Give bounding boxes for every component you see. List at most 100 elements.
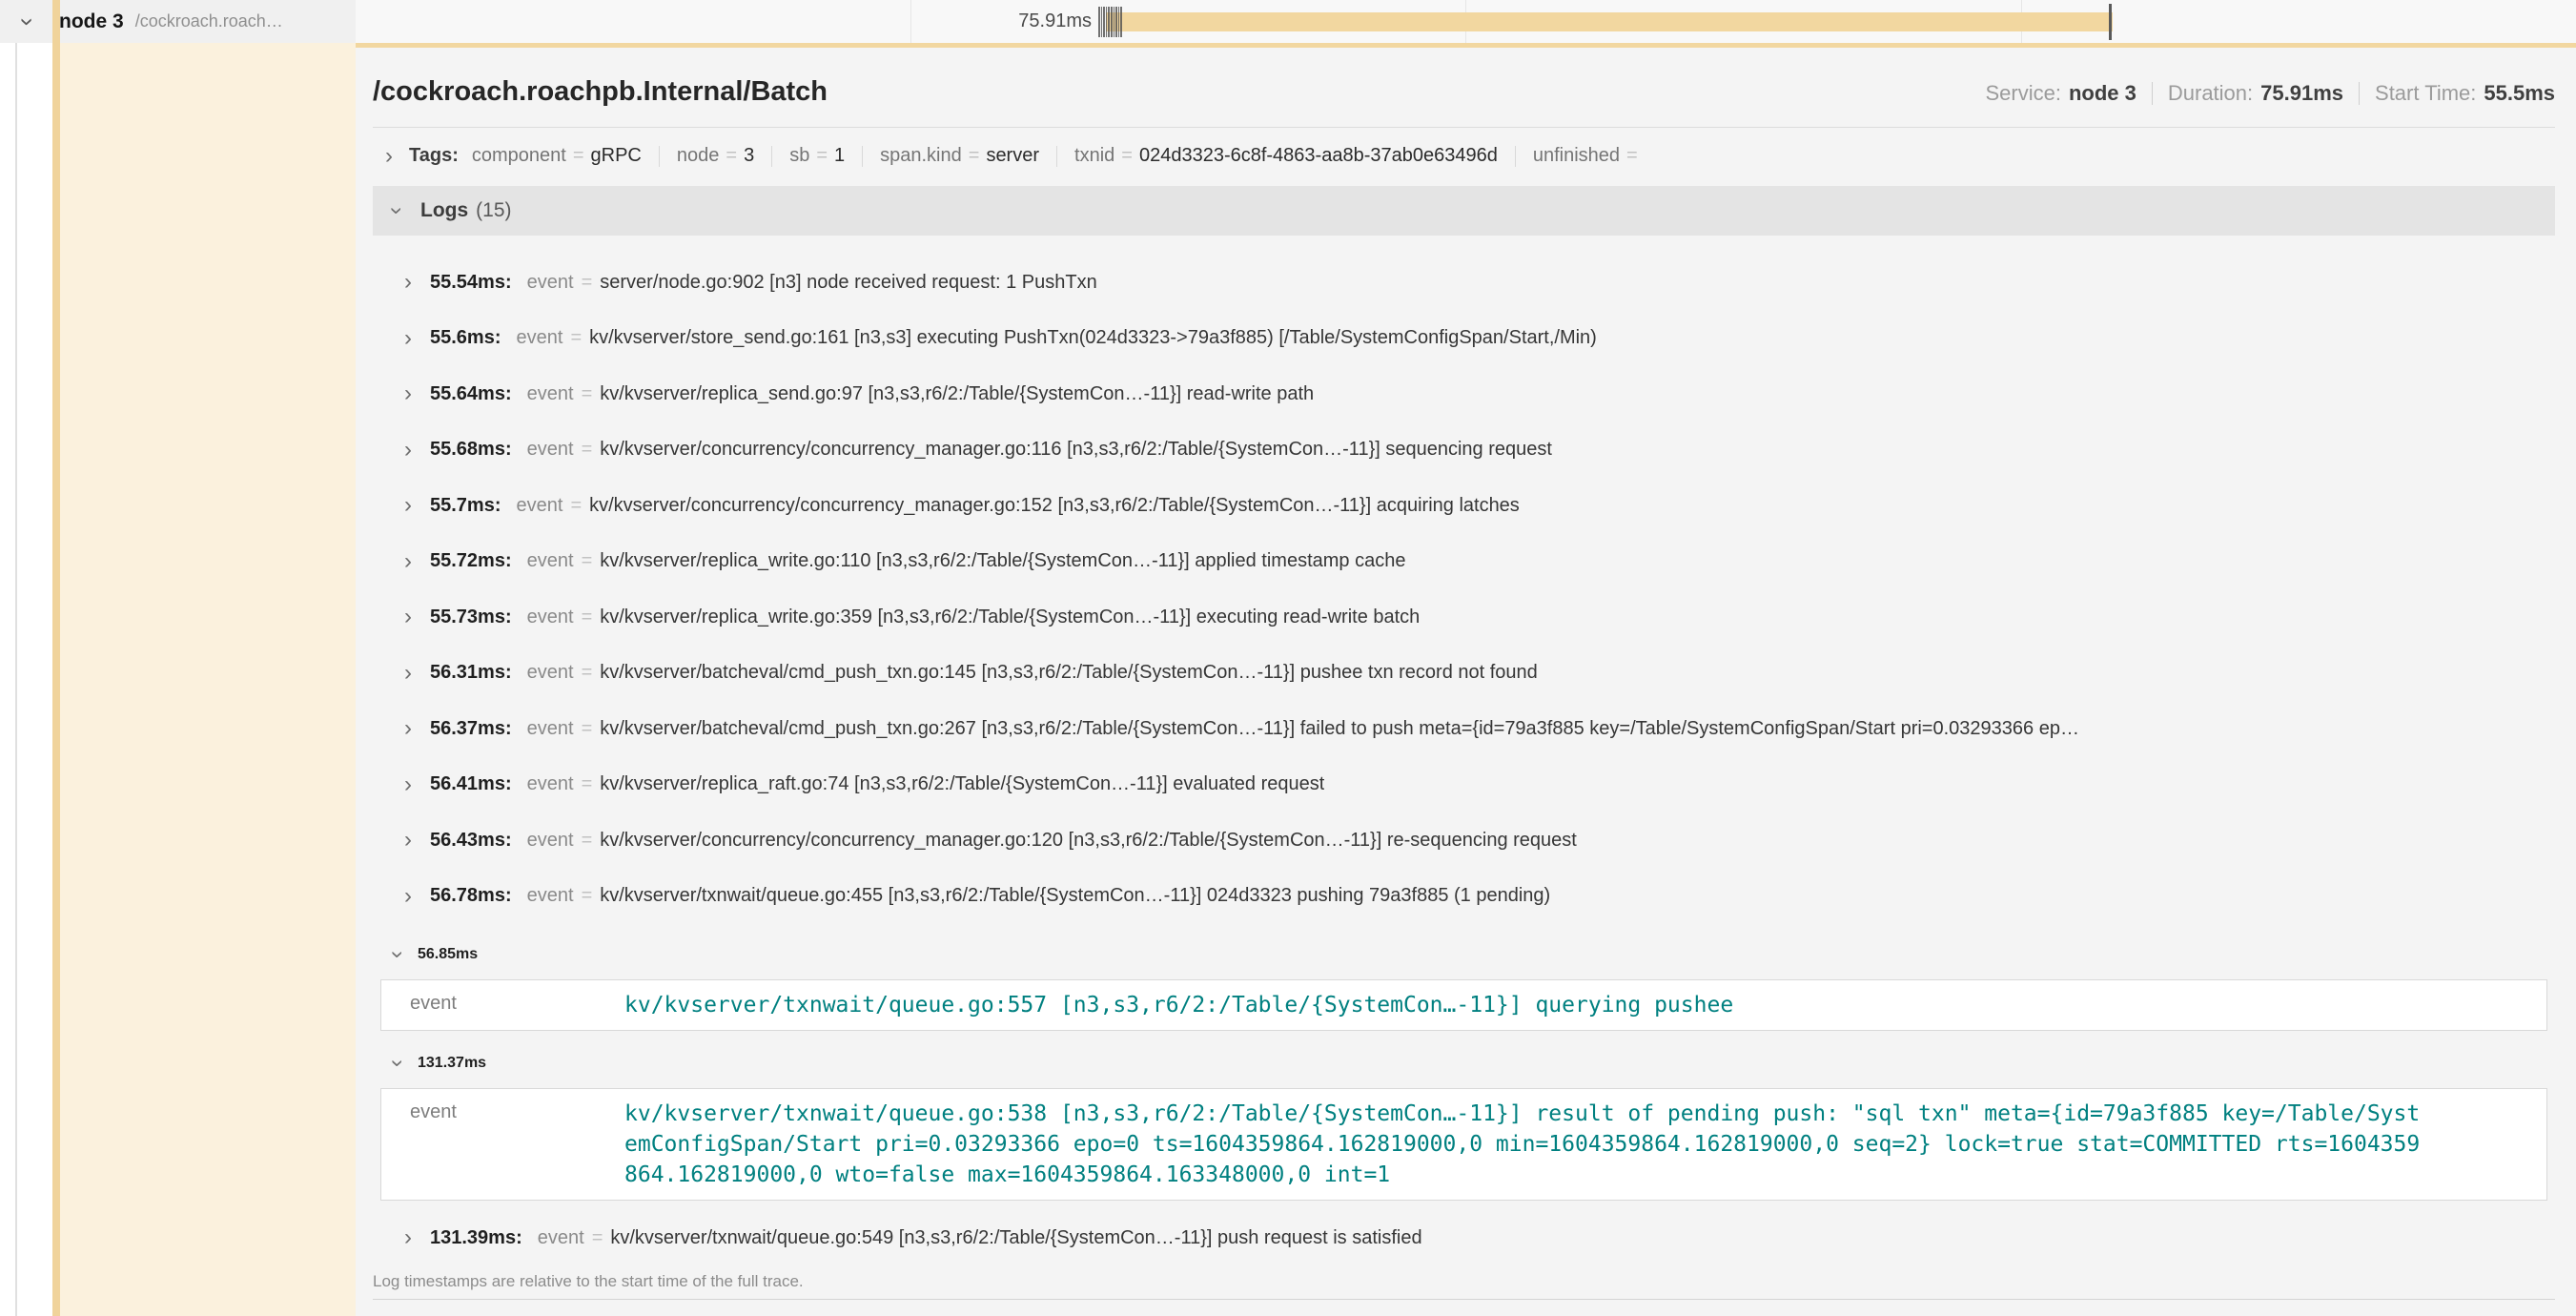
log-row[interactable]: 55.64ms: event = kv/kvserver/replica_sen… xyxy=(373,366,2555,422)
tags-accordion[interactable]: Tags: component = gRPC node = 3 sb = 1 s… xyxy=(373,128,2555,180)
logs-footer-note: Log timestamps are relative to the start… xyxy=(373,1272,2555,1300)
log-row[interactable]: 55.54ms: event = server/node.go:902 [n3]… xyxy=(373,255,2555,311)
log-timestamp: 55.73ms: xyxy=(430,607,512,628)
log-field-key: event xyxy=(517,495,563,517)
trace-detail-view: node 3 /cockroach.roach… 75.91ms /cockro… xyxy=(0,0,2576,1316)
chevron-right-icon[interactable] xyxy=(399,888,417,905)
log-tick xyxy=(1103,7,1105,37)
log-tick-end xyxy=(2109,4,2112,40)
chevron-right-icon[interactable] xyxy=(399,1229,417,1246)
tag-key: txnid xyxy=(1074,145,1114,167)
log-message: kv/kvserver/replica_raft.go:74 [n3,s3,r6… xyxy=(600,773,1324,795)
log-timestamp: 131.37ms xyxy=(418,1055,486,1072)
tag-key: span.kind xyxy=(880,145,962,167)
log-row[interactable]: 131.39ms: event = kv/kvserver/txnwait/qu… xyxy=(373,1210,2555,1266)
log-message: server/node.go:902 [n3] node received re… xyxy=(600,272,1096,294)
service-label: Service: xyxy=(1985,81,2060,106)
log-expanded-header[interactable]: 131.37ms xyxy=(373,1040,2555,1086)
chevron-down-icon[interactable] xyxy=(389,946,406,963)
log-equals: = xyxy=(592,1227,603,1249)
log-message: kv/kvserver/replica_send.go:97 [n3,s3,r6… xyxy=(600,383,1314,405)
log-equals: = xyxy=(582,272,593,294)
log-timestamp: 56.31ms: xyxy=(430,662,512,684)
logs-title: Logs xyxy=(420,199,468,222)
log-equals: = xyxy=(582,607,593,628)
chevron-right-icon[interactable] xyxy=(380,148,398,165)
log-row[interactable]: 56.37ms: event = kv/kvserver/batcheval/c… xyxy=(373,701,2555,757)
log-timestamp: 55.7ms: xyxy=(430,495,501,517)
chevron-right-icon[interactable] xyxy=(399,776,417,793)
span-service-name: node 3 xyxy=(59,10,124,33)
logs-count: (15) xyxy=(476,199,511,222)
log-field-key: event xyxy=(527,550,574,572)
span-detail-panel: /cockroach.roachpb.Internal/Batch Servic… xyxy=(356,43,2576,1316)
tag-item[interactable]: txnid = 024d3323-6c8f-4863-aa8b-37ab0e63… xyxy=(1074,145,1498,167)
log-row[interactable]: 55.6ms: event = kv/kvserver/store_send.g… xyxy=(373,311,2555,367)
log-message: kv/kvserver/replica_write.go:110 [n3,s3,… xyxy=(600,550,1405,572)
chevron-right-icon[interactable] xyxy=(399,832,417,849)
chevron-right-icon[interactable] xyxy=(399,553,417,570)
log-row[interactable]: 56.31ms: event = kv/kvserver/batcheval/c… xyxy=(373,646,2555,702)
operation-title: /cockroach.roachpb.Internal/Batch xyxy=(373,76,1985,108)
log-list: 55.54ms: event = server/node.go:902 [n3]… xyxy=(373,236,2555,1266)
chevron-right-icon[interactable] xyxy=(399,274,417,291)
start-time-label: Start Time: xyxy=(2375,81,2476,106)
span-row[interactable]: node 3 /cockroach.roach… 75.91ms xyxy=(0,0,2576,43)
tag-item[interactable]: component = gRPC xyxy=(472,145,642,167)
log-timestamp: 56.78ms: xyxy=(430,885,512,907)
span-duration-label: 75.91ms xyxy=(947,0,1092,43)
log-row[interactable]: 56.78ms: event = kv/kvserver/txnwait/que… xyxy=(373,869,2555,925)
log-expanded-header[interactable]: 56.85ms xyxy=(373,932,2555,977)
log-field-key: event xyxy=(527,439,574,461)
log-event-box: event kv/kvserver/txnwait/queue.go:538 [… xyxy=(380,1088,2547,1201)
log-row[interactable]: 55.72ms: event = kv/kvserver/replica_wri… xyxy=(373,534,2555,590)
log-row[interactable]: 56.43ms: event = kv/kvserver/concurrency… xyxy=(373,812,2555,869)
log-field-key: event xyxy=(527,718,574,740)
log-timestamp: 56.43ms: xyxy=(430,830,512,852)
tag-item[interactable]: node = 3 xyxy=(677,145,754,167)
log-timestamp: 56.37ms: xyxy=(430,718,512,740)
tag-divider xyxy=(1056,146,1057,167)
detail-title-row: /cockroach.roachpb.Internal/Batch Servic… xyxy=(373,48,2555,128)
tag-divider xyxy=(1515,146,1516,167)
service-value: node 3 xyxy=(2069,81,2136,106)
span-detail-left-column xyxy=(60,43,356,1316)
chevron-right-icon[interactable] xyxy=(399,665,417,682)
tag-value: server xyxy=(986,145,1039,167)
span-operation-name: /cockroach.roach… xyxy=(135,11,283,31)
tags-list: component = gRPC node = 3 sb = 1 span.ki… xyxy=(472,145,1645,167)
tag-item[interactable]: unfinished = xyxy=(1533,145,1645,167)
log-equals: = xyxy=(582,439,593,461)
chevron-right-icon[interactable] xyxy=(399,608,417,626)
log-event-value: kv/kvserver/txnwait/queue.go:538 [n3,s3,… xyxy=(624,1099,2426,1190)
tag-item[interactable]: span.kind = server xyxy=(880,145,1039,167)
span-timeline-cell[interactable]: 75.91ms xyxy=(356,0,2576,43)
span-duration-bar[interactable] xyxy=(1106,12,2113,31)
tag-equals: = xyxy=(573,145,584,167)
log-row[interactable]: 55.73ms: event = kv/kvserver/replica_wri… xyxy=(373,589,2555,646)
log-tick xyxy=(1115,7,1117,37)
log-timestamp: 55.64ms: xyxy=(430,383,512,405)
logs-accordion-header[interactable]: Logs (15) xyxy=(373,186,2555,236)
log-row[interactable]: 55.68ms: event = kv/kvserver/concurrency… xyxy=(373,422,2555,479)
tag-divider xyxy=(659,146,660,167)
log-message: kv/kvserver/txnwait/queue.go:455 [n3,s3,… xyxy=(600,885,1550,907)
chevron-right-icon[interactable] xyxy=(399,442,417,459)
log-field-key: event xyxy=(527,383,574,405)
chevron-right-icon[interactable] xyxy=(399,385,417,402)
log-message: kv/kvserver/txnwait/queue.go:549 [n3,s3,… xyxy=(610,1227,1421,1249)
tag-key: node xyxy=(677,145,720,167)
log-row[interactable]: 56.41ms: event = kv/kvserver/replica_raf… xyxy=(373,757,2555,813)
chevron-down-icon[interactable] xyxy=(388,202,405,219)
chevron-right-icon[interactable] xyxy=(399,330,417,347)
chevron-right-icon[interactable] xyxy=(399,497,417,514)
tag-key: unfinished xyxy=(1533,145,1620,167)
log-row[interactable]: 55.7ms: event = kv/kvserver/concurrency/… xyxy=(373,478,2555,534)
chevron-down-icon[interactable] xyxy=(389,1055,406,1072)
log-event-box: event kv/kvserver/txnwait/queue.go:557 [… xyxy=(380,979,2547,1031)
log-event-value: kv/kvserver/txnwait/queue.go:557 [n3,s3,… xyxy=(624,990,2426,1020)
tag-item[interactable]: sb = 1 xyxy=(789,145,845,167)
tag-equals: = xyxy=(1626,145,1638,167)
chevron-right-icon[interactable] xyxy=(399,720,417,737)
chevron-down-icon[interactable] xyxy=(19,13,36,31)
